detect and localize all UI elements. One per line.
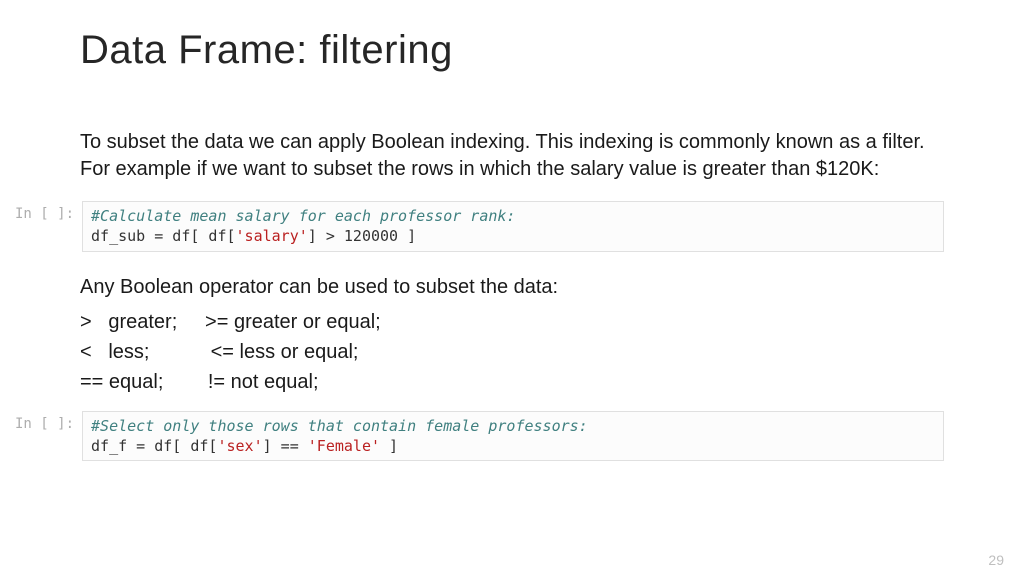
intro-paragraph: To subset the data we can apply Boolean … bbox=[80, 129, 944, 183]
operator-row: == equal; != not equal; bbox=[80, 367, 944, 397]
code-comment: #Select only those rows that contain fem… bbox=[91, 417, 588, 435]
code-text: df_sub = df[ df[ bbox=[91, 227, 236, 245]
code-cell-2: In [ ]: #Select only those rows that con… bbox=[15, 411, 944, 462]
code-string: 'salary' bbox=[236, 227, 308, 245]
operator-list: > greater; >= greater or equal; < less; … bbox=[80, 307, 944, 397]
page-number: 29 bbox=[988, 552, 1004, 568]
code-string: 'Female' bbox=[308, 437, 380, 455]
operator-row: > greater; >= greater or equal; bbox=[80, 307, 944, 337]
code-text: ] == bbox=[263, 437, 308, 455]
operators-intro: Any Boolean operator can be used to subs… bbox=[80, 274, 944, 301]
code-text: ] bbox=[380, 437, 398, 455]
code-block-1: #Calculate mean salary for each professo… bbox=[82, 201, 944, 252]
code-text: df_f = df[ df[ bbox=[91, 437, 217, 455]
code-block-2: #Select only those rows that contain fem… bbox=[82, 411, 944, 462]
input-prompt: In [ ]: bbox=[15, 201, 82, 222]
input-prompt: In [ ]: bbox=[15, 411, 82, 432]
code-string: 'sex' bbox=[217, 437, 262, 455]
code-cell-1: In [ ]: #Calculate mean salary for each … bbox=[15, 201, 944, 252]
code-comment: #Calculate mean salary for each professo… bbox=[91, 207, 515, 225]
operator-row: < less; <= less or equal; bbox=[80, 337, 944, 367]
code-text: ] > 120000 ] bbox=[308, 227, 416, 245]
slide-title: Data Frame: filtering bbox=[80, 28, 944, 73]
slide: Data Frame: filtering To subset the data… bbox=[0, 0, 1024, 576]
